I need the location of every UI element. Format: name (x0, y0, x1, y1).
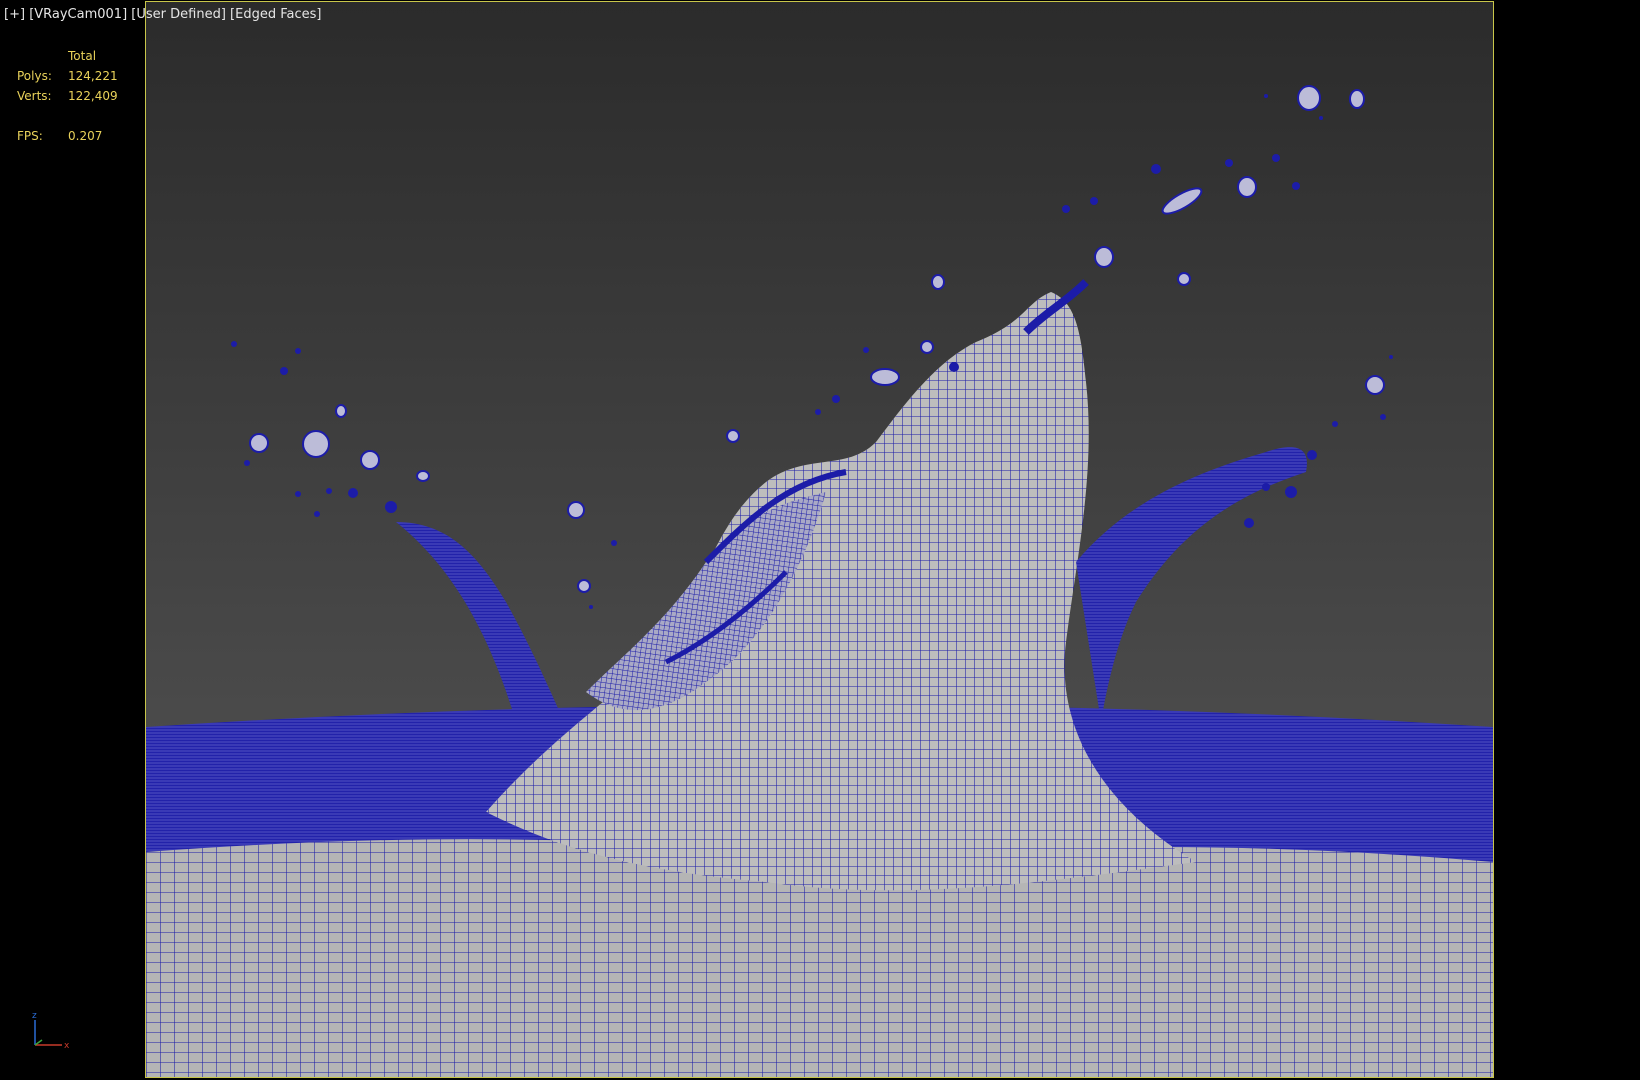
camera-label[interactable]: [VRayCam001] (29, 7, 127, 22)
viewport-statistics: Total Polys: 124,221 Verts: 122,409 FPS:… (17, 46, 118, 146)
active-viewport[interactable] (145, 1, 1494, 1078)
shading-mode-label[interactable]: [User Defined] (131, 7, 226, 22)
stats-polys-value: 124,221 (68, 69, 118, 83)
display-mode-label[interactable]: [Edged Faces] (230, 7, 321, 22)
axis-x-label: x (64, 1041, 70, 1050)
stats-verts-value: 122,409 (68, 89, 118, 103)
stats-polys-label: Polys: (17, 69, 52, 83)
axis-gizmo: z x (30, 1010, 75, 1051)
stats-fps-value: 0.207 (68, 129, 103, 143)
splash-mesh-render (146, 2, 1493, 1077)
stats-polys-row: Polys: 124,221 (17, 66, 118, 86)
stats-fps-row: FPS: 0.207 (17, 126, 118, 146)
stats-verts-label: Verts: (17, 89, 52, 103)
viewport-menu-label[interactable]: [+] (4, 7, 25, 22)
stats-total-header: Total (68, 49, 97, 63)
stats-fps-label: FPS: (17, 129, 43, 143)
stats-verts-row: Verts: 122,409 (17, 86, 118, 106)
axis-z-label: z (32, 1011, 37, 1021)
viewport-label-bar: [+] [VRayCam001] [User Defined] [Edged F… (4, 7, 321, 22)
